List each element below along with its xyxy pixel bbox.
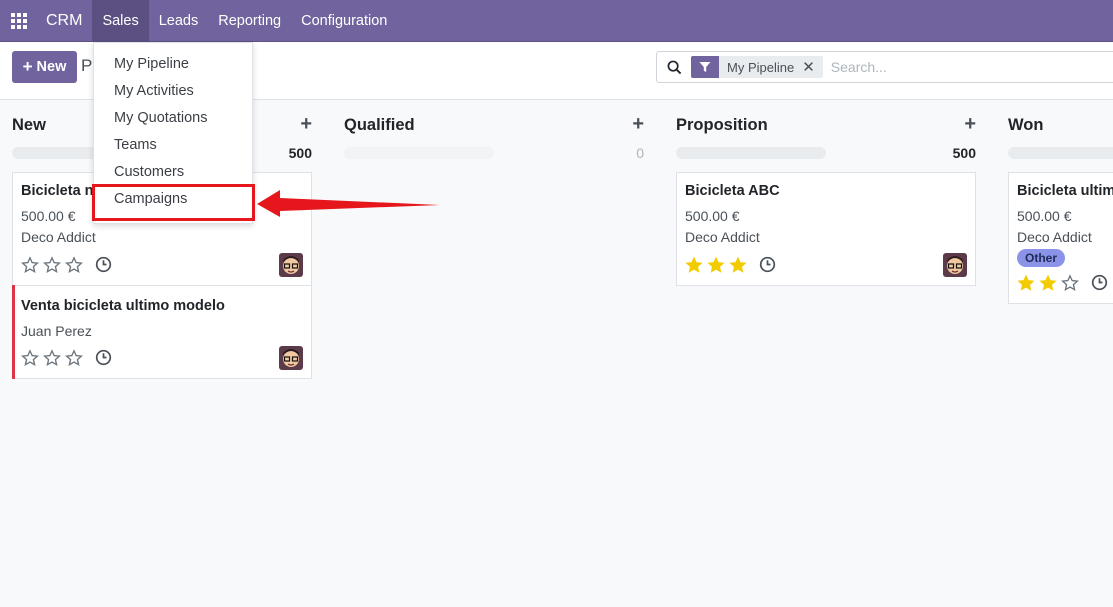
card-title: Bicicleta ultim: [1017, 183, 1113, 199]
card-title: Bicicleta ABC: [685, 183, 780, 199]
star-empty-icon[interactable]: [65, 348, 87, 368]
remove-facet-icon[interactable]: ✕: [802, 58, 823, 76]
nav-leads[interactable]: Leads: [149, 0, 209, 42]
column-progress-bar[interactable]: [1008, 147, 1113, 159]
priority-stars[interactable]: [685, 255, 751, 275]
star-filled-icon[interactable]: [1039, 273, 1061, 293]
menu-item-teams[interactable]: Teams: [114, 137, 157, 153]
card-amount: 500.00 €: [1017, 208, 1072, 224]
menu-item-customers[interactable]: Customers: [114, 164, 184, 180]
avatar[interactable]: [279, 253, 303, 277]
column-header: Qualified +: [344, 113, 644, 136]
priority-stars[interactable]: [21, 348, 87, 368]
card-status-band: [12, 285, 15, 379]
menu-item-my-pipeline[interactable]: My Pipeline: [114, 56, 189, 72]
app-brand[interactable]: CRM: [38, 0, 92, 42]
card-customer: Deco Addict: [1017, 229, 1092, 245]
kanban-card[interactable]: Bicicleta ABC 500.00 € Deco Addict: [676, 172, 976, 286]
activity-clock-icon[interactable]: [95, 349, 113, 367]
nav-configuration[interactable]: Configuration: [291, 0, 397, 42]
new-button-label: New: [36, 59, 67, 75]
new-button[interactable]: + New: [12, 51, 77, 83]
column-total: 500: [952, 145, 976, 161]
star-empty-icon[interactable]: [21, 348, 43, 368]
star-empty-icon[interactable]: [43, 348, 65, 368]
avatar[interactable]: [279, 346, 303, 370]
search-facet: My Pipeline ✕: [691, 56, 823, 78]
annotation-arrow-icon: [257, 190, 440, 217]
add-card-icon[interactable]: +: [300, 113, 312, 136]
column-total: 0: [636, 145, 644, 161]
nav-reporting[interactable]: Reporting: [208, 0, 291, 42]
star-filled-icon[interactable]: [729, 255, 751, 275]
column-header: Won: [1008, 116, 1113, 136]
column-progress-bar[interactable]: [676, 147, 826, 159]
search-icon[interactable]: [657, 52, 691, 82]
card-title: Venta bicicleta ultimo modelo: [21, 298, 225, 314]
star-empty-icon[interactable]: [43, 255, 65, 275]
star-filled-icon[interactable]: [685, 255, 707, 275]
add-card-icon[interactable]: +: [964, 113, 976, 136]
card-tag: Other: [1017, 249, 1066, 267]
activity-clock-icon[interactable]: [759, 256, 777, 274]
facet-label: My Pipeline: [727, 59, 795, 75]
nav-sales[interactable]: Sales: [92, 0, 149, 42]
star-filled-icon[interactable]: [1017, 273, 1039, 293]
kanban-card[interactable]: Venta bicicleta ultimo modelo Juan Perez: [12, 285, 312, 379]
card-customer: Deco Addict: [21, 229, 96, 245]
priority-stars[interactable]: [1017, 273, 1083, 293]
column-total: 500: [288, 145, 312, 161]
priority-stars[interactable]: [21, 255, 87, 275]
search-input[interactable]: [830, 59, 1031, 75]
add-card-icon[interactable]: +: [632, 113, 644, 136]
card-customer: Deco Addict: [685, 229, 760, 245]
column-progress-bar[interactable]: [344, 147, 494, 159]
column-title: New: [12, 116, 46, 134]
card-title: Bicicleta n: [21, 183, 94, 199]
kanban-card[interactable]: Bicicleta ultim 500.00 € Deco Addict Oth…: [1008, 172, 1113, 304]
star-empty-icon[interactable]: [1061, 273, 1083, 293]
star-empty-icon[interactable]: [21, 255, 43, 275]
filter-icon: [691, 56, 719, 78]
menu-item-my-quotations[interactable]: My Quotations: [114, 110, 208, 126]
menu-item-my-activities[interactable]: My Activities: [114, 83, 194, 99]
column-title: Qualified: [344, 116, 415, 134]
annotation-highlight-box: [92, 184, 255, 221]
card-amount: 500.00 €: [685, 208, 740, 224]
column-title: Won: [1008, 116, 1044, 134]
apps-menu-icon[interactable]: [0, 0, 38, 42]
search-bar: My Pipeline ✕: [656, 51, 1113, 83]
activity-clock-icon[interactable]: [1091, 274, 1109, 292]
column-title: Proposition: [676, 116, 768, 134]
avatar[interactable]: [943, 253, 967, 277]
column-header: Proposition +: [676, 113, 976, 136]
plus-icon: +: [22, 57, 33, 76]
card-customer: Juan Perez: [21, 323, 92, 339]
star-filled-icon[interactable]: [707, 255, 729, 275]
star-empty-icon[interactable]: [65, 255, 87, 275]
activity-clock-icon[interactable]: [95, 256, 113, 274]
card-amount: 500.00 €: [21, 208, 76, 224]
top-navbar: CRM Sales Leads Reporting Configuration: [0, 0, 1113, 42]
